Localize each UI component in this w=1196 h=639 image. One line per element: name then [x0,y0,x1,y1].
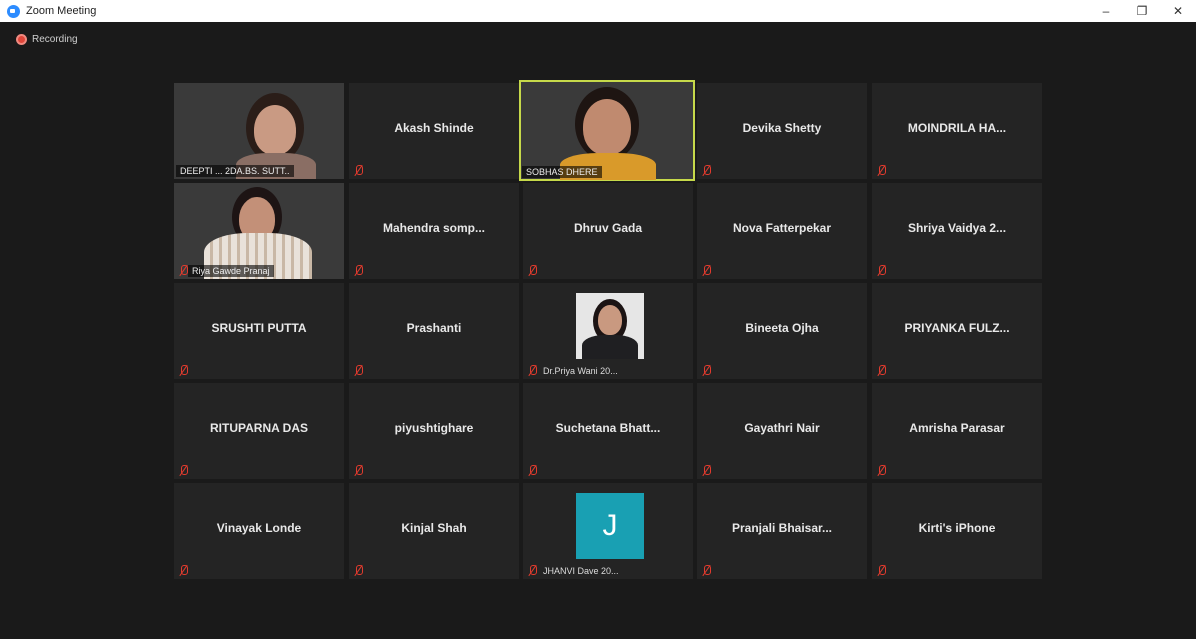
participant-name: Bineeta Ojha [745,321,819,335]
close-button[interactable]: ✕ [1160,0,1196,22]
participant-tile[interactable]: Gayathri Nair [697,383,867,479]
participant-name: RITUPARNA DAS [210,421,308,435]
participant-name: Devika Shetty [742,121,822,135]
restore-button[interactable]: ❐ [1124,0,1160,22]
participant-name: Dhruv Gada [573,221,642,235]
muted-mic-icon [702,265,711,276]
window-controls: – ❐ ✕ [1088,0,1196,22]
participant-face [598,305,622,335]
participant-tile[interactable]: Devika Shetty [697,83,867,179]
participant-tile[interactable]: Bineeta Ojha [697,283,867,379]
muted-mic-icon [702,165,711,176]
title-bar: Zoom Meeting – ❐ ✕ [0,0,1196,22]
participant-name: Prashanti [406,321,462,335]
muted-mic-icon [528,565,537,576]
participant-tile[interactable]: Riya Gawde Pranaj [174,183,344,279]
participant-name: Kirti's iPhone [918,521,996,535]
participant-name: MOINDRILA HA... [907,121,1007,135]
muted-mic-icon [877,565,886,576]
participant-tile[interactable]: Suchetana Bhatt... [523,383,693,479]
muted-mic-icon [702,565,711,576]
participant-tile[interactable]: Shriya Vaidya 2... [872,183,1042,279]
participant-name: SOBHAS DHERE [522,166,602,178]
participant-tile-active-speaker[interactable]: SOBHAS DHERE [519,80,695,181]
muted-mic-icon [354,465,363,476]
participant-name: Nova Fatterpekar [732,221,832,235]
avatar-initial: J [576,493,644,559]
participant-name: JHANVI Dave 20... [543,566,619,576]
participant-tile[interactable]: piyushtighare [349,383,519,479]
participant-face [583,99,631,155]
participant-tile[interactable]: DEEPTI ... 2DA.BS. SUTT.. [174,83,344,179]
gallery-view: Recording DEEPTI ... 2DA.BS. SUTT.. Akas… [6,22,1196,639]
participant-tile[interactable]: Dr.Priya Wani 20... [523,283,693,379]
participant-name: piyushtighare [394,421,474,435]
muted-mic-icon [877,265,886,276]
zoom-logo-icon [7,4,20,18]
participant-name: Akash Shinde [394,121,474,135]
muted-mic-icon [528,465,537,476]
participant-name: Pranjali Bhaisar... [731,521,833,535]
participant-tile[interactable]: Kirti's iPhone [872,483,1042,579]
muted-mic-icon [702,465,711,476]
participant-name: Kinjal Shah [401,521,467,535]
record-icon [16,34,27,45]
participant-tile[interactable]: Pranjali Bhaisar... [697,483,867,579]
participant-tile[interactable]: Prashanti [349,283,519,379]
window-title: Zoom Meeting [26,5,97,17]
participant-tile[interactable]: Dhruv Gada [523,183,693,279]
participant-tile[interactable]: Kinjal Shah [349,483,519,579]
muted-mic-icon [877,465,886,476]
participant-name: Amrisha Parasar [909,421,1005,435]
muted-mic-icon [877,165,886,176]
participant-tile[interactable]: RITUPARNA DAS [174,383,344,479]
recording-label: Recording [32,34,78,45]
participant-name: Riya Gawde Pranaj [188,265,274,277]
muted-mic-icon [702,365,711,376]
muted-mic-icon [354,165,363,176]
participant-tile[interactable]: Mahendra somp... [349,183,519,279]
muted-mic-icon [179,365,188,376]
minimize-button[interactable]: – [1088,0,1124,22]
profile-photo [576,293,644,359]
participant-tile[interactable]: MOINDRILA HA... [872,83,1042,179]
participant-name: Shriya Vaidya 2... [907,221,1007,235]
participant-name: SRUSHTI PUTTA [211,321,307,335]
muted-mic-icon [179,265,188,276]
muted-mic-icon [179,565,188,576]
muted-mic-icon [528,365,537,376]
participant-tile[interactable]: SRUSHTI PUTTA [174,283,344,379]
participant-name: Vinayak Londe [216,521,302,535]
recording-indicator[interactable]: Recording [16,34,78,45]
participant-tile[interactable]: J JHANVI Dave 20... [523,483,693,579]
participant-name: Dr.Priya Wani 20... [543,366,618,376]
participant-body [582,335,638,359]
participant-tile[interactable]: PRIYANKA FULZ... [872,283,1042,379]
participant-name: Gayathri Nair [744,421,820,435]
participant-name: DEEPTI ... 2DA.BS. SUTT.. [176,165,294,177]
muted-mic-icon [528,265,537,276]
muted-mic-icon [179,465,188,476]
participant-tile[interactable]: Nova Fatterpekar [697,183,867,279]
muted-mic-icon [354,265,363,276]
participant-name: Suchetana Bhatt... [555,421,661,435]
muted-mic-icon [877,365,886,376]
muted-mic-icon [354,565,363,576]
participant-tile[interactable]: Akash Shinde [349,83,519,179]
participant-name: Mahendra somp... [382,221,486,235]
muted-mic-icon [354,365,363,376]
participant-tile[interactable]: Vinayak Londe [174,483,344,579]
participant-face [254,105,296,155]
participant-name: PRIYANKA FULZ... [904,321,1010,335]
participant-tile[interactable]: Amrisha Parasar [872,383,1042,479]
